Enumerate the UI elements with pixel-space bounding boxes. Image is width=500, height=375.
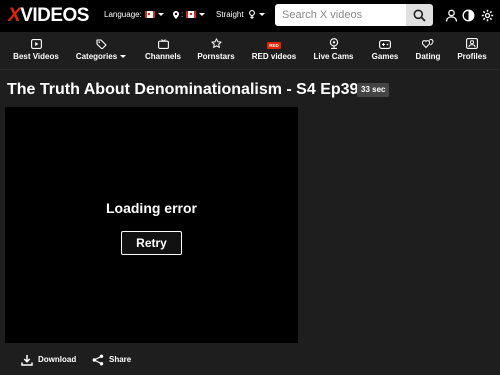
nav-best-videos[interactable]: Best Videos: [9, 32, 63, 70]
gamepad-icon: [379, 40, 391, 49]
video-player[interactable]: Loading error Retry: [5, 107, 298, 343]
country-separator: :: [181, 10, 184, 19]
nav-dating[interactable]: Dating: [412, 32, 444, 70]
nav-channels[interactable]: Channels: [141, 32, 185, 70]
play-box-icon: [30, 39, 42, 49]
top-bar: XVIDEOS Language: : Straight: [0, 0, 500, 32]
duration-badge: 33 sec: [357, 83, 390, 97]
search-box: [275, 4, 406, 26]
loading-error-message: Loading error: [105, 200, 197, 216]
logo-x: X: [8, 5, 21, 26]
share-label: Share: [109, 355, 132, 364]
search-input[interactable]: [275, 4, 406, 26]
profiles-icon: [466, 38, 478, 49]
chevron-down-icon: [199, 13, 206, 17]
search-icon: [413, 9, 426, 22]
share-icon: [92, 354, 104, 366]
canada-flag-icon: [144, 11, 155, 19]
country-selector[interactable]: :: [173, 9, 206, 21]
download-button[interactable]: Download: [21, 353, 81, 367]
chevron-down-icon: [157, 13, 164, 17]
orientation-selector[interactable]: Straight: [216, 9, 265, 21]
nav-label: Dating: [415, 52, 441, 61]
chevron-down-icon: [120, 55, 127, 59]
star-icon: [210, 38, 222, 48]
search-button[interactable]: [406, 4, 433, 26]
red-badge-icon: RED: [267, 42, 281, 49]
tv-icon: [157, 39, 169, 49]
webcam-icon: [329, 38, 338, 49]
nav-games[interactable]: Games: [368, 32, 402, 70]
download-icon: [21, 355, 33, 366]
settings-gear-icon[interactable]: [481, 9, 494, 22]
nav-live-cams[interactable]: Live Cams: [311, 32, 356, 70]
tags-icon: [95, 39, 107, 49]
orientation-label: Straight: [216, 10, 244, 19]
nav-label: Live Cams: [313, 52, 354, 61]
nav-label: Profiles: [457, 52, 487, 61]
logo-text: VIDEOS: [20, 5, 89, 26]
language-selector[interactable]: Language:: [104, 9, 164, 21]
nav-label: RED videos: [251, 52, 297, 61]
nav-label: Pornstars: [197, 52, 235, 61]
site-logo[interactable]: XVIDEOS: [8, 5, 89, 27]
hearts-icon: [422, 38, 434, 49]
main-nav: Best Videos Categories Channels Pornstar…: [0, 32, 500, 70]
nav-profiles[interactable]: Profiles: [454, 32, 490, 70]
female-symbol-icon: [248, 10, 255, 20]
contrast-icon[interactable]: [462, 9, 475, 22]
chevron-down-icon: [258, 13, 265, 17]
video-title: The Truth About Denominationalism - S4 E…: [7, 81, 359, 98]
location-pin-icon: [173, 10, 179, 19]
canada-flag-icon: [186, 11, 197, 19]
nav-red-videos[interactable]: RED RED videos: [249, 32, 299, 70]
nav-label: Best Videos: [13, 52, 59, 61]
download-label: Download: [38, 355, 77, 364]
user-icon[interactable]: [445, 9, 458, 22]
nav-label: Categories: [75, 52, 118, 61]
share-button[interactable]: Share: [92, 353, 137, 367]
nav-label: Games: [371, 52, 399, 61]
nav-pornstars[interactable]: Pornstars: [194, 32, 238, 70]
language-label: Language:: [104, 10, 142, 19]
nav-categories[interactable]: Categories: [72, 32, 130, 70]
retry-button[interactable]: Retry: [121, 231, 182, 255]
nav-label: Channels: [144, 52, 181, 61]
